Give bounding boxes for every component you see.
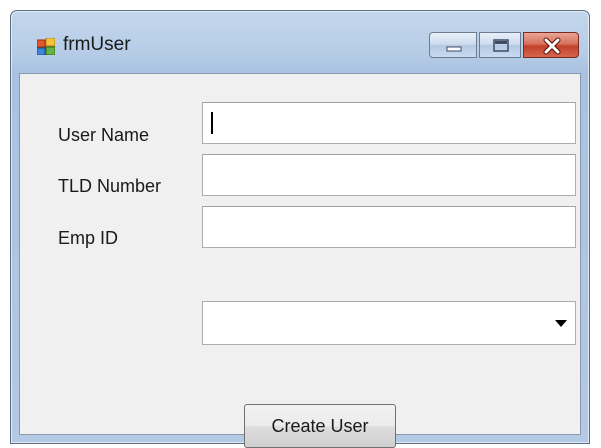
user-type-dropdown[interactable] [202, 301, 576, 345]
tld-number-field[interactable] [202, 154, 576, 196]
maximize-button[interactable] [479, 32, 521, 58]
maximize-icon [493, 39, 509, 52]
window-title: frmUser [63, 34, 131, 55]
emp-id-label: Emp ID [58, 228, 119, 248]
form-window: frmUser User Name TLD Number Emp ID Crea… [10, 10, 590, 448]
text-caret [211, 112, 213, 134]
tld-number-label: TLD Number [58, 176, 162, 196]
form-icon [37, 38, 55, 55]
chevron-down-icon[interactable] [555, 320, 567, 327]
user-name-label: User Name [58, 125, 150, 145]
close-icon [543, 37, 561, 55]
caption-buttons [429, 32, 579, 60]
user-name-field[interactable] [202, 102, 576, 144]
emp-id-field[interactable] [202, 206, 576, 248]
form-client-area: User Name TLD Number Emp ID Create User [19, 73, 581, 448]
title-bar[interactable]: frmUser [11, 11, 589, 73]
close-button[interactable] [523, 32, 579, 58]
create-user-button[interactable]: Create User [244, 404, 396, 448]
minimize-icon [446, 46, 462, 52]
minimize-button[interactable] [429, 32, 477, 58]
